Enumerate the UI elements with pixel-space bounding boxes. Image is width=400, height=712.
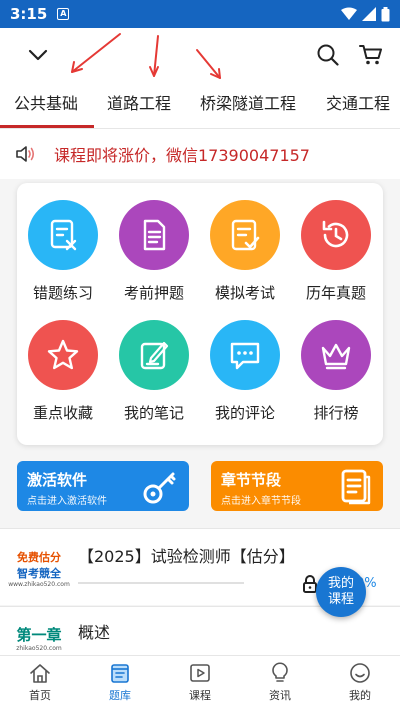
app-bar — [0, 28, 400, 82]
note-icon — [119, 320, 189, 390]
signal-icon — [362, 7, 376, 21]
tab-bridge-tunnel[interactable]: 桥梁隧道工程 — [200, 82, 296, 128]
tab-road-engineering[interactable]: 道路工程 — [107, 82, 171, 128]
status-bar: 3:15 A — [0, 0, 400, 28]
nav-news[interactable]: 资讯 — [240, 662, 320, 703]
key-icon — [143, 472, 176, 504]
feature-my-notes[interactable]: 我的笔记 — [109, 320, 199, 438]
play-icon — [190, 664, 210, 682]
feature-label: 我的笔记 — [123, 404, 184, 422]
notification-icon: A — [57, 8, 70, 20]
tab-traffic-engineering[interactable]: 交通工程 — [326, 82, 390, 128]
category-tabs: 公共基础 道路工程 桥梁隧道工程 交通工程 — [0, 82, 400, 128]
chapter-section-banner[interactable]: 章节节段 点击进入章节节段 — [211, 461, 383, 511]
feature-label: 历年真题 — [305, 284, 366, 302]
battery-icon — [381, 6, 390, 21]
feature-label: 模拟考试 — [214, 284, 275, 302]
nav-home[interactable]: 首页 — [0, 662, 80, 703]
feature-pre-exam[interactable]: 考前押题 — [109, 200, 199, 318]
history-icon — [301, 200, 371, 270]
smile-icon — [350, 663, 370, 683]
status-time: 3:15 — [10, 5, 48, 23]
speaker-icon — [16, 146, 35, 162]
star-icon — [28, 320, 98, 390]
activate-software-banner[interactable]: 激活软件 点击进入激活软件 — [17, 461, 189, 511]
course-title: 【2025】试验检测师【估分】 — [78, 547, 295, 566]
course-thumbnail: 免费估分 智考競全 www.zhikao520.com — [8, 550, 70, 588]
annotation-arrows — [71, 33, 221, 79]
feature-past-exams[interactable]: 历年真题 — [291, 200, 381, 318]
bulb-icon — [272, 662, 288, 682]
notice-bar[interactable]: 课程即将涨价，微信17390047157 — [0, 129, 400, 179]
feature-label: 重点收藏 — [32, 404, 93, 422]
feature-mock-exam[interactable]: 模拟考试 — [200, 200, 290, 318]
notice-text: 课程即将涨价，微信17390047157 — [54, 146, 310, 165]
course-progress-bar — [78, 582, 244, 584]
feature-label: 考前押题 — [123, 284, 184, 302]
feature-favorites[interactable]: 重点收藏 — [18, 320, 108, 438]
wrong-question-icon — [28, 200, 98, 270]
nav-question-bank[interactable]: 题库 — [80, 662, 160, 703]
nav-mine[interactable]: 我的 — [320, 662, 400, 703]
feature-label: 我的评论 — [214, 404, 275, 422]
document-icon — [341, 469, 371, 505]
checklist-icon — [210, 200, 280, 270]
crown-icon — [301, 320, 371, 390]
course-title: 概述 — [78, 623, 111, 642]
status-icons — [341, 6, 390, 22]
feature-grid: 错题练习 考前押题 模拟考试 历年真题 重点收藏 我的笔记 我的评论 排行榜 — [17, 183, 383, 445]
my-courses-fab[interactable]: 我的 课程 — [316, 567, 366, 617]
wifi-icon — [341, 7, 357, 20]
feature-leaderboard[interactable]: 排行榜 — [291, 320, 381, 438]
bottom-nav: 首页 题库 课程 资讯 我的 — [0, 655, 400, 712]
tab-public-basics[interactable]: 公共基础 — [0, 82, 94, 128]
course-thumbnail: 第一章 zhikao520.com — [16, 626, 62, 652]
feature-label: 排行榜 — [313, 404, 359, 422]
nav-courses[interactable]: 课程 — [160, 662, 240, 703]
feature-wrong-questions[interactable]: 错题练习 — [18, 200, 108, 318]
feature-my-comments[interactable]: 我的评论 — [200, 320, 290, 438]
feature-label: 错题练习 — [32, 284, 93, 302]
document-icon — [119, 200, 189, 270]
comment-icon — [210, 320, 280, 390]
home-icon — [30, 664, 50, 683]
question-bank-icon — [111, 664, 129, 683]
